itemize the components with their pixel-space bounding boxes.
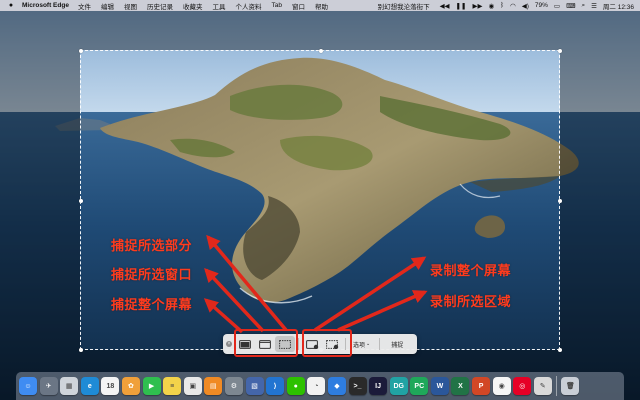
qq-icon[interactable]: ◔ xyxy=(307,377,326,395)
vscode-icon[interactable]: ⟩ xyxy=(266,377,285,395)
datagrip-icon[interactable]: DG xyxy=(389,377,408,395)
label-record-screen: 录制整个屏幕 xyxy=(430,263,512,278)
fuchsia-app-icon[interactable]: ◆ xyxy=(327,377,346,395)
label-capture-window: 捕捉所选窗口 xyxy=(111,267,193,282)
label-capture-selected: 捕捉所选部分 xyxy=(111,238,193,253)
capture-button[interactable]: 捕捉 xyxy=(383,336,411,352)
chevron-down-icon: ⌄ xyxy=(366,341,371,347)
excel-icon[interactable]: X xyxy=(451,377,470,395)
dock: ☺ ✈ ▦ e 18 ✿ ▶ ≡ ▣ ▤ ⚙ ▧ ⟩ ● ◔ ◆ >_ IJ DG PC W X P ◉ ◎ ✎ 🗑 xyxy=(16,372,624,400)
powerpoint-icon[interactable]: P xyxy=(472,377,491,395)
options-button[interactable]: 选项 ⌄ xyxy=(349,340,376,349)
highlight-capture-group xyxy=(234,329,298,357)
arrow-capture-window xyxy=(204,267,265,333)
photos-icon[interactable]: ✿ xyxy=(121,377,140,395)
notes-icon[interactable]: ≡ xyxy=(163,377,182,395)
arrow-record-selected xyxy=(337,290,428,332)
wechat-icon[interactable]: ● xyxy=(286,377,305,395)
options-label: 选项 xyxy=(353,342,366,349)
calendar-icon[interactable]: 18 xyxy=(101,377,120,395)
terminal-icon[interactable]: >_ xyxy=(348,377,367,395)
appcleaner-icon[interactable]: ✎ xyxy=(533,377,552,395)
netease-music-icon[interactable]: ◎ xyxy=(513,377,532,395)
word-icon[interactable]: W xyxy=(430,377,449,395)
image-viewer-icon[interactable]: ▧ xyxy=(245,377,264,395)
finder-icon[interactable]: ☺ xyxy=(19,377,37,395)
preview-icon[interactable]: ▣ xyxy=(183,377,202,395)
dock-divider xyxy=(556,376,558,396)
toolbar-divider xyxy=(298,338,299,350)
facetime-icon[interactable]: ▶ xyxy=(142,377,161,395)
label-capture-screen: 捕捉整个屏幕 xyxy=(111,297,193,312)
music-app-icon[interactable]: ◉ xyxy=(492,377,511,395)
label-record-selected: 录制所选区域 xyxy=(430,294,512,309)
books-icon[interactable]: ▤ xyxy=(204,377,223,395)
system-preferences-icon[interactable]: ⚙ xyxy=(224,377,243,395)
trash-icon[interactable]: 🗑 xyxy=(561,377,580,395)
highlight-record-group xyxy=(302,329,352,357)
capture-label: 捕捉 xyxy=(391,342,404,349)
photos-slides-icon[interactable]: ▦ xyxy=(60,377,79,395)
pycharm-icon[interactable]: PC xyxy=(410,377,429,395)
arrow-record-screen xyxy=(314,256,427,332)
close-icon: × xyxy=(226,341,232,347)
launchpad-icon[interactable]: ✈ xyxy=(39,377,58,395)
toolbar-divider xyxy=(379,338,381,350)
intellij-icon[interactable]: IJ xyxy=(369,377,388,395)
edge-icon[interactable]: e xyxy=(80,377,99,395)
